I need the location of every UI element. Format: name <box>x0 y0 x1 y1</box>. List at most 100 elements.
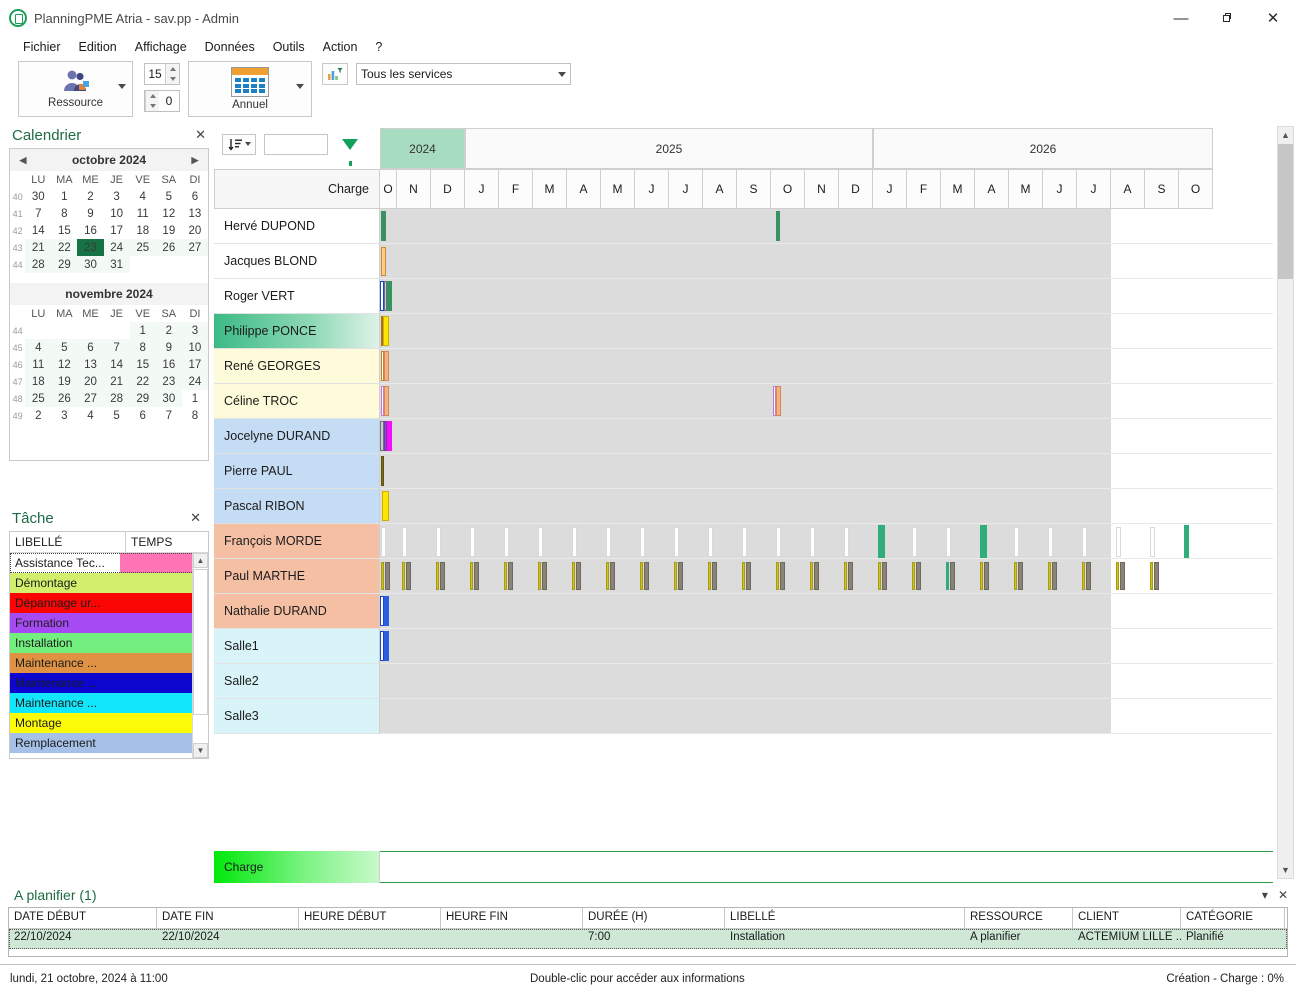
calendar-day-cell[interactable]: 24 <box>104 239 130 256</box>
menu-item-donnees[interactable]: Données <box>196 38 264 56</box>
calendar-day-cell[interactable]: 11 <box>25 356 51 373</box>
schedule-bar[interactable] <box>644 562 649 590</box>
resource-view-dropdown-caret[interactable] <box>118 84 126 89</box>
calendar-day-cell[interactable]: 2 <box>77 188 103 205</box>
resource-timeline-track[interactable] <box>380 594 1273 629</box>
table-row[interactable]: Pierre PAUL <box>214 454 1273 489</box>
table-row[interactable]: Céline TROC <box>214 384 1273 419</box>
resource-name-cell[interactable]: Salle1 <box>214 629 380 664</box>
calendar-day-cell[interactable]: 18 <box>130 222 156 239</box>
schedule-bar[interactable] <box>776 386 781 416</box>
menu-item-action[interactable]: Action <box>314 38 367 56</box>
schedule-bar[interactable] <box>950 562 955 590</box>
a-planifier-col-header[interactable]: DURÉE (H) <box>583 908 725 928</box>
table-row[interactable]: Salle1 <box>214 629 1273 664</box>
resource-name-cell[interactable]: René GEORGES <box>214 349 380 384</box>
calendar-day-cell[interactable]: 16 <box>156 356 182 373</box>
calendar-day-cell[interactable]: 1 <box>182 390 208 407</box>
resource-name-cell[interactable]: Jocelyne DURAND <box>214 419 380 454</box>
resource-name-cell[interactable]: Pascal RIBON <box>214 489 380 524</box>
planning-vertical-scrollbar[interactable]: ▲ ▼ <box>1277 126 1294 879</box>
schedule-bar[interactable] <box>844 527 849 557</box>
calendar-day-cell[interactable]: 12 <box>51 356 77 373</box>
table-row[interactable]: Jocelyne DURAND <box>214 419 1273 454</box>
task-panel-close[interactable]: ✕ <box>190 510 201 526</box>
menu-item-fichier[interactable]: Fichier <box>14 38 70 56</box>
resource-timeline-track[interactable] <box>380 629 1273 664</box>
resource-name-cell[interactable]: Céline TROC <box>214 384 380 419</box>
schedule-bar[interactable] <box>1116 562 1119 590</box>
schedule-bar[interactable] <box>508 562 513 590</box>
scrollbar-thumb[interactable] <box>193 569 208 715</box>
cols-count-stepper[interactable]: 0 <box>144 90 180 112</box>
resource-timeline-track[interactable] <box>380 209 1273 244</box>
schedule-bar[interactable] <box>474 562 479 590</box>
calendar-day-cell[interactable]: 7 <box>25 205 51 222</box>
calendar-day-cell[interactable]: 2 <box>25 407 51 424</box>
schedule-bar[interactable] <box>1082 562 1085 590</box>
resource-timeline-track[interactable] <box>380 279 1273 314</box>
calendar-day-cell[interactable] <box>156 256 182 273</box>
a-planifier-collapse[interactable]: ▾ <box>1262 888 1268 902</box>
calendar-day-cell[interactable]: 30 <box>156 390 182 407</box>
resource-timeline-track[interactable] <box>380 559 1273 594</box>
schedule-bar[interactable] <box>470 527 475 557</box>
schedule-bar[interactable] <box>1048 527 1053 557</box>
calendar-day-cell[interactable] <box>130 256 156 273</box>
menu-item-help[interactable]: ? <box>366 38 391 56</box>
task-list-item[interactable]: Assistance Tec... <box>10 553 208 573</box>
calendar-day-cell[interactable]: 20 <box>77 373 103 390</box>
schedule-bar[interactable] <box>1120 562 1125 590</box>
calendar-day-cell[interactable]: 23 <box>77 239 103 256</box>
calendar-day-cell[interactable]: 29 <box>130 390 156 407</box>
calendar-day-cell[interactable]: 10 <box>182 339 208 356</box>
schedule-bar[interactable] <box>381 527 386 557</box>
schedule-bar[interactable] <box>504 527 509 557</box>
a-planifier-col-header[interactable]: CLIENT <box>1073 908 1181 928</box>
schedule-bar[interactable] <box>708 527 713 557</box>
mini-calendar-next[interactable]: ▶ <box>184 149 206 171</box>
schedule-bar[interactable] <box>406 562 411 590</box>
schedule-bar[interactable] <box>384 351 389 381</box>
resource-timeline-track[interactable] <box>380 314 1273 349</box>
task-list-item[interactable]: Installation <box>10 633 208 653</box>
calendar-day-cell[interactable]: 3 <box>104 188 130 205</box>
schedule-bar[interactable] <box>381 211 386 241</box>
schedule-bar[interactable] <box>916 562 921 590</box>
calendar-day-cell[interactable]: 3 <box>51 407 77 424</box>
resource-name-cell[interactable]: Roger VERT <box>214 279 380 314</box>
calendar-day-cell[interactable]: 18 <box>25 373 51 390</box>
schedule-bar[interactable] <box>1014 527 1019 557</box>
calendar-day-cell[interactable]: 6 <box>130 407 156 424</box>
schedule-bar[interactable] <box>383 316 389 346</box>
calendar-day-cell[interactable]: 6 <box>77 339 103 356</box>
calendar-day-cell[interactable]: 27 <box>182 239 208 256</box>
calendar-day-cell[interactable]: 15 <box>51 222 77 239</box>
calendar-day-cell[interactable]: 23 <box>156 373 182 390</box>
calendar-day-cell[interactable]: 8 <box>130 339 156 356</box>
calendar-day-cell[interactable]: 4 <box>77 407 103 424</box>
schedule-bar[interactable] <box>848 562 853 590</box>
schedule-bar[interactable] <box>776 562 779 590</box>
schedule-bar[interactable] <box>882 562 887 590</box>
calendar-day-cell[interactable]: 25 <box>25 390 51 407</box>
resource-timeline-track[interactable] <box>380 349 1273 384</box>
schedule-bar[interactable] <box>402 527 407 557</box>
schedule-bar[interactable] <box>1154 562 1159 590</box>
schedule-bar[interactable] <box>946 527 951 557</box>
calendar-day-cell[interactable]: 30 <box>25 188 51 205</box>
schedule-bar[interactable] <box>381 456 384 486</box>
schedule-bar[interactable] <box>436 562 439 590</box>
service-filter-select[interactable]: Tous les services <box>356 63 571 85</box>
calendar-day-cell[interactable]: 31 <box>104 256 130 273</box>
calendar-day-cell[interactable] <box>25 322 51 339</box>
schedule-bar[interactable] <box>810 527 815 557</box>
table-row[interactable]: Jacques BLOND <box>214 244 1273 279</box>
resource-timeline-track[interactable] <box>380 454 1273 489</box>
schedule-bar[interactable] <box>572 527 577 557</box>
chart-filter-button[interactable] <box>322 63 348 85</box>
resource-timeline-track[interactable] <box>380 384 1273 419</box>
schedule-bar[interactable] <box>814 562 819 590</box>
task-list-item[interactable]: Démontage <box>10 573 208 593</box>
calendar-day-cell[interactable]: 28 <box>104 390 130 407</box>
